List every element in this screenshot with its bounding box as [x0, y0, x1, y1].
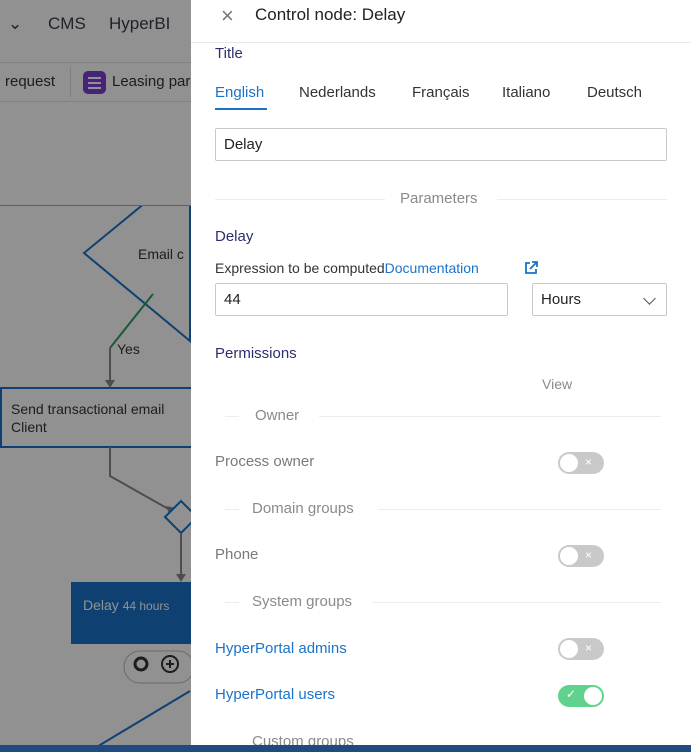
toggle-hyperportal-users-view[interactable]: ✓	[558, 685, 604, 707]
perm-hyperportal-users[interactable]: HyperPortal users	[215, 686, 335, 703]
expression-label: Expression to be computedDocumentation	[215, 260, 479, 276]
tab-deutsch[interactable]: Deutsch	[587, 84, 642, 101]
control-node-panel: × Control node: Delay Title English Nede…	[191, 0, 691, 745]
divider	[225, 416, 239, 417]
perm-process-owner: Process owner	[215, 453, 315, 470]
panel-title: Control node: Delay	[255, 5, 406, 24]
toggle-phone-view[interactable]: ×	[558, 545, 604, 567]
external-link-icon[interactable]	[524, 261, 538, 275]
tab-nederlands[interactable]: Nederlands	[299, 84, 376, 101]
group-owner: Owner	[255, 407, 300, 424]
tab-francais[interactable]: Français	[412, 84, 470, 101]
panel-header: × Control node: Delay	[191, 0, 691, 43]
perm-hyperportal-admins[interactable]: HyperPortal admins	[215, 640, 347, 657]
divider	[372, 602, 661, 603]
close-icon[interactable]: ×	[221, 5, 237, 27]
unit-select-value: Hours	[541, 291, 582, 308]
unit-select[interactable]: Hours	[532, 283, 667, 316]
permissions-label: Permissions	[215, 345, 297, 362]
delay-expression-input[interactable]: 44	[215, 283, 508, 316]
toggle-process-owner-view[interactable]: ×	[558, 452, 604, 474]
tab-english[interactable]: English	[215, 84, 264, 101]
group-custom: Custom groups	[252, 733, 354, 745]
title-input[interactable]: Delay	[215, 128, 667, 161]
view-column-header: View	[542, 376, 573, 392]
divider	[215, 199, 385, 200]
divider	[378, 509, 661, 510]
divider	[225, 602, 239, 603]
divider	[497, 199, 667, 200]
divider	[319, 416, 661, 417]
parameters-label: Parameters	[400, 190, 478, 207]
group-domain: Domain groups	[252, 500, 354, 517]
active-tab-underline	[215, 108, 267, 110]
footer-wave	[0, 745, 691, 752]
tab-italiano[interactable]: Italiano	[502, 84, 550, 101]
divider	[225, 509, 239, 510]
chevron-down-icon	[643, 292, 656, 305]
group-system: System groups	[252, 593, 353, 610]
toggle-hyperportal-admins-view[interactable]: ×	[558, 638, 604, 660]
perm-phone: Phone	[215, 546, 259, 563]
title-section-label: Title	[215, 45, 243, 62]
documentation-link[interactable]: Documentation	[385, 260, 479, 276]
delay-label: Delay	[215, 228, 254, 245]
